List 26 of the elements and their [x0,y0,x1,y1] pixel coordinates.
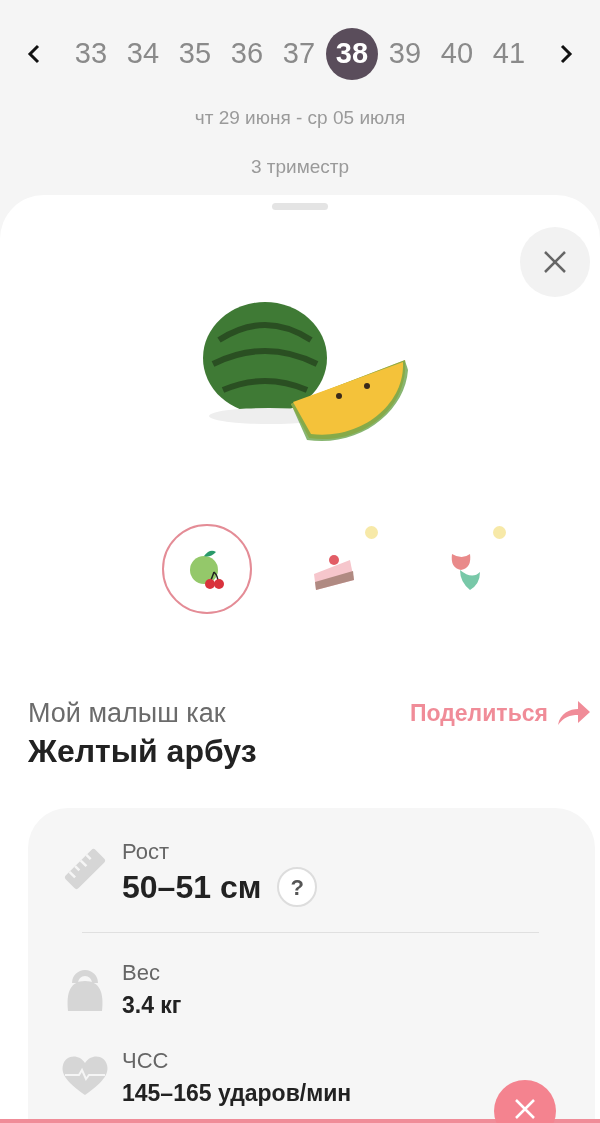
week-tab[interactable]: 39 [380,28,430,80]
date-range: чт 29 июня - ср 05 июля [194,106,406,130]
stat-value: 50–51 см [122,868,262,907]
category-tab[interactable] [162,524,252,614]
share-link[interactable]: Поделиться [409,696,592,731]
week-tab[interactable]: 35 [170,28,220,80]
heart-pulse-icon [61,1053,109,1097]
close-icon [514,1098,536,1120]
week-tab[interactable]: 34 [118,28,168,80]
help-button[interactable]: ? [277,867,318,907]
stat-label: ЧСС [122,1047,170,1075]
stat-label: Вес [122,959,161,987]
comparison-intro: Мой малыш как [28,697,227,730]
week-tab[interactable]: 41 [484,28,534,80]
week-tab[interactable]: 38 [326,28,378,80]
week-tab[interactable]: 37 [274,28,324,80]
trimester-label: 3 триместр [250,154,350,179]
close-icon [542,249,568,275]
fruit-name: Желтый арбуз [28,732,257,771]
week-tab[interactable]: 40 [432,28,482,80]
drag-handle[interactable] [272,203,328,210]
stat-value: 145–165 ударов/мин [122,1079,352,1108]
week-tab[interactable]: 36 [222,28,272,80]
stat-label: Рост [122,838,171,866]
week-tab[interactable]: 33 [66,28,116,80]
stat-value: 3.4 кг [122,991,182,1020]
